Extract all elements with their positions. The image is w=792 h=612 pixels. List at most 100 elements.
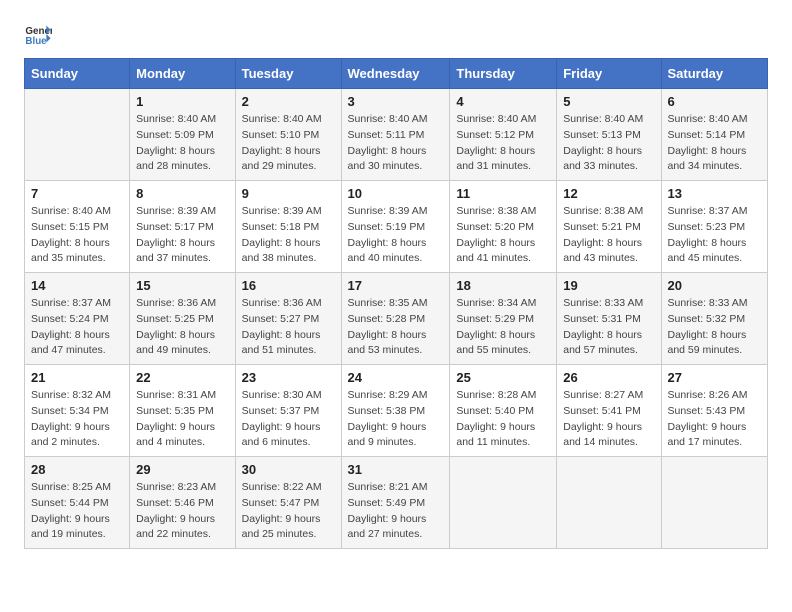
calendar-cell: 4 Sunrise: 8:40 AMSunset: 5:12 PMDaylight… — [450, 89, 557, 181]
calendar-cell: 19 Sunrise: 8:33 AMSunset: 5:31 PMDayligh… — [557, 273, 661, 365]
day-info: Sunrise: 8:39 AMSunset: 5:19 PMDaylight:… — [348, 204, 444, 267]
svg-text:Blue: Blue — [25, 36, 47, 47]
day-info: Sunrise: 8:23 AMSunset: 5:46 PMDaylight:… — [136, 480, 228, 543]
header: General Blue — [24, 20, 768, 48]
calendar-cell: 9 Sunrise: 8:39 AMSunset: 5:18 PMDaylight… — [235, 181, 341, 273]
day-info: Sunrise: 8:40 AMSunset: 5:09 PMDaylight:… — [136, 112, 228, 175]
day-info: Sunrise: 8:21 AMSunset: 5:49 PMDaylight:… — [348, 480, 444, 543]
day-info: Sunrise: 8:30 AMSunset: 5:37 PMDaylight:… — [242, 388, 335, 451]
day-number: 1 — [136, 94, 228, 109]
calendar-cell: 25 Sunrise: 8:28 AMSunset: 5:40 PMDayligh… — [450, 365, 557, 457]
day-number: 6 — [668, 94, 762, 109]
day-info: Sunrise: 8:40 AMSunset: 5:13 PMDaylight:… — [563, 112, 654, 175]
calendar-cell — [557, 457, 661, 549]
day-number: 24 — [348, 370, 444, 385]
calendar-cell: 27 Sunrise: 8:26 AMSunset: 5:43 PMDayligh… — [661, 365, 768, 457]
day-number: 7 — [31, 186, 123, 201]
calendar-cell: 20 Sunrise: 8:33 AMSunset: 5:32 PMDayligh… — [661, 273, 768, 365]
calendar-cell: 26 Sunrise: 8:27 AMSunset: 5:41 PMDayligh… — [557, 365, 661, 457]
day-info: Sunrise: 8:32 AMSunset: 5:34 PMDaylight:… — [31, 388, 123, 451]
days-header-row: SundayMondayTuesdayWednesdayThursdayFrid… — [25, 59, 768, 89]
week-row-5: 28Sunrise: 8:25 AMSunset: 5:44 PMDayligh… — [25, 457, 768, 549]
week-row-3: 14Sunrise: 8:37 AMSunset: 5:24 PMDayligh… — [25, 273, 768, 365]
calendar-cell: 10 Sunrise: 8:39 AMSunset: 5:19 PMDayligh… — [341, 181, 450, 273]
calendar-cell — [25, 89, 130, 181]
day-header-tuesday: Tuesday — [235, 59, 341, 89]
day-number: 29 — [136, 462, 228, 477]
day-info: Sunrise: 8:28 AMSunset: 5:40 PMDaylight:… — [456, 388, 550, 451]
day-number: 4 — [456, 94, 550, 109]
day-number: 21 — [31, 370, 123, 385]
day-info: Sunrise: 8:22 AMSunset: 5:47 PMDaylight:… — [242, 480, 335, 543]
day-number: 25 — [456, 370, 550, 385]
calendar-cell — [661, 457, 768, 549]
calendar-cell: 23 Sunrise: 8:30 AMSunset: 5:37 PMDayligh… — [235, 365, 341, 457]
calendar-cell: 28Sunrise: 8:25 AMSunset: 5:44 PMDayligh… — [25, 457, 130, 549]
day-header-thursday: Thursday — [450, 59, 557, 89]
calendar-cell: 3 Sunrise: 8:40 AMSunset: 5:11 PMDaylight… — [341, 89, 450, 181]
day-info: Sunrise: 8:40 AMSunset: 5:11 PMDaylight:… — [348, 112, 444, 175]
day-number: 23 — [242, 370, 335, 385]
day-info: Sunrise: 8:33 AMSunset: 5:31 PMDaylight:… — [563, 296, 654, 359]
calendar-cell: 12 Sunrise: 8:38 AMSunset: 5:21 PMDayligh… — [557, 181, 661, 273]
day-info: Sunrise: 8:40 AMSunset: 5:14 PMDaylight:… — [668, 112, 762, 175]
day-info: Sunrise: 8:39 AMSunset: 5:17 PMDaylight:… — [136, 204, 228, 267]
day-info: Sunrise: 8:38 AMSunset: 5:21 PMDaylight:… — [563, 204, 654, 267]
calendar-cell: 17Sunrise: 8:35 AMSunset: 5:28 PMDayligh… — [341, 273, 450, 365]
calendar-cell: 14Sunrise: 8:37 AMSunset: 5:24 PMDayligh… — [25, 273, 130, 365]
calendar-cell: 21 Sunrise: 8:32 AMSunset: 5:34 PMDayligh… — [25, 365, 130, 457]
day-header-monday: Monday — [130, 59, 235, 89]
calendar-table: SundayMondayTuesdayWednesdayThursdayFrid… — [24, 58, 768, 549]
day-number: 27 — [668, 370, 762, 385]
day-number: 11 — [456, 186, 550, 201]
day-number: 9 — [242, 186, 335, 201]
day-info: Sunrise: 8:31 AMSunset: 5:35 PMDaylight:… — [136, 388, 228, 451]
day-info: Sunrise: 8:27 AMSunset: 5:41 PMDaylight:… — [563, 388, 654, 451]
calendar-cell: 8 Sunrise: 8:39 AMSunset: 5:17 PMDaylight… — [130, 181, 235, 273]
calendar-cell: 2Sunrise: 8:40 AMSunset: 5:10 PMDaylight… — [235, 89, 341, 181]
day-number: 3 — [348, 94, 444, 109]
day-number: 10 — [348, 186, 444, 201]
day-number: 15 — [136, 278, 228, 293]
day-info: Sunrise: 8:36 AMSunset: 5:25 PMDaylight:… — [136, 296, 228, 359]
day-number: 14 — [31, 278, 123, 293]
day-info: Sunrise: 8:36 AMSunset: 5:27 PMDaylight:… — [242, 296, 335, 359]
day-number: 13 — [668, 186, 762, 201]
day-info: Sunrise: 8:25 AMSunset: 5:44 PMDaylight:… — [31, 480, 123, 543]
week-row-2: 7 Sunrise: 8:40 AMSunset: 5:15 PMDaylight… — [25, 181, 768, 273]
day-info: Sunrise: 8:39 AMSunset: 5:18 PMDaylight:… — [242, 204, 335, 267]
calendar-cell: 16 Sunrise: 8:36 AMSunset: 5:27 PMDayligh… — [235, 273, 341, 365]
day-number: 2 — [242, 94, 335, 109]
day-info: Sunrise: 8:33 AMSunset: 5:32 PMDaylight:… — [668, 296, 762, 359]
day-info: Sunrise: 8:29 AMSunset: 5:38 PMDaylight:… — [348, 388, 444, 451]
day-number: 8 — [136, 186, 228, 201]
day-number: 30 — [242, 462, 335, 477]
week-row-4: 21 Sunrise: 8:32 AMSunset: 5:34 PMDayligh… — [25, 365, 768, 457]
day-number: 31 — [348, 462, 444, 477]
calendar-cell: 1 Sunrise: 8:40 AMSunset: 5:09 PMDaylight… — [130, 89, 235, 181]
calendar-cell: 29 Sunrise: 8:23 AMSunset: 5:46 PMDayligh… — [130, 457, 235, 549]
day-number: 26 — [563, 370, 654, 385]
calendar-cell: 18Sunrise: 8:34 AMSunset: 5:29 PMDayligh… — [450, 273, 557, 365]
calendar-cell: 11 Sunrise: 8:38 AMSunset: 5:20 PMDayligh… — [450, 181, 557, 273]
day-number: 19 — [563, 278, 654, 293]
day-info: Sunrise: 8:38 AMSunset: 5:20 PMDaylight:… — [456, 204, 550, 267]
day-info: Sunrise: 8:40 AMSunset: 5:12 PMDaylight:… — [456, 112, 550, 175]
calendar-cell: 5 Sunrise: 8:40 AMSunset: 5:13 PMDaylight… — [557, 89, 661, 181]
day-number: 22 — [136, 370, 228, 385]
day-info: Sunrise: 8:26 AMSunset: 5:43 PMDaylight:… — [668, 388, 762, 451]
week-row-1: 1 Sunrise: 8:40 AMSunset: 5:09 PMDaylight… — [25, 89, 768, 181]
day-number: 5 — [563, 94, 654, 109]
day-header-friday: Friday — [557, 59, 661, 89]
day-header-saturday: Saturday — [661, 59, 768, 89]
calendar-cell: 31 Sunrise: 8:21 AMSunset: 5:49 PMDayligh… — [341, 457, 450, 549]
calendar-cell: 7 Sunrise: 8:40 AMSunset: 5:15 PMDaylight… — [25, 181, 130, 273]
day-number: 18 — [456, 278, 550, 293]
calendar-cell: 13Sunrise: 8:37 AMSunset: 5:23 PMDayligh… — [661, 181, 768, 273]
day-info: Sunrise: 8:40 AMSunset: 5:15 PMDaylight:… — [31, 204, 123, 267]
day-number: 20 — [668, 278, 762, 293]
logo-icon: General Blue — [24, 20, 52, 48]
day-header-sunday: Sunday — [25, 59, 130, 89]
day-number: 12 — [563, 186, 654, 201]
day-number: 16 — [242, 278, 335, 293]
